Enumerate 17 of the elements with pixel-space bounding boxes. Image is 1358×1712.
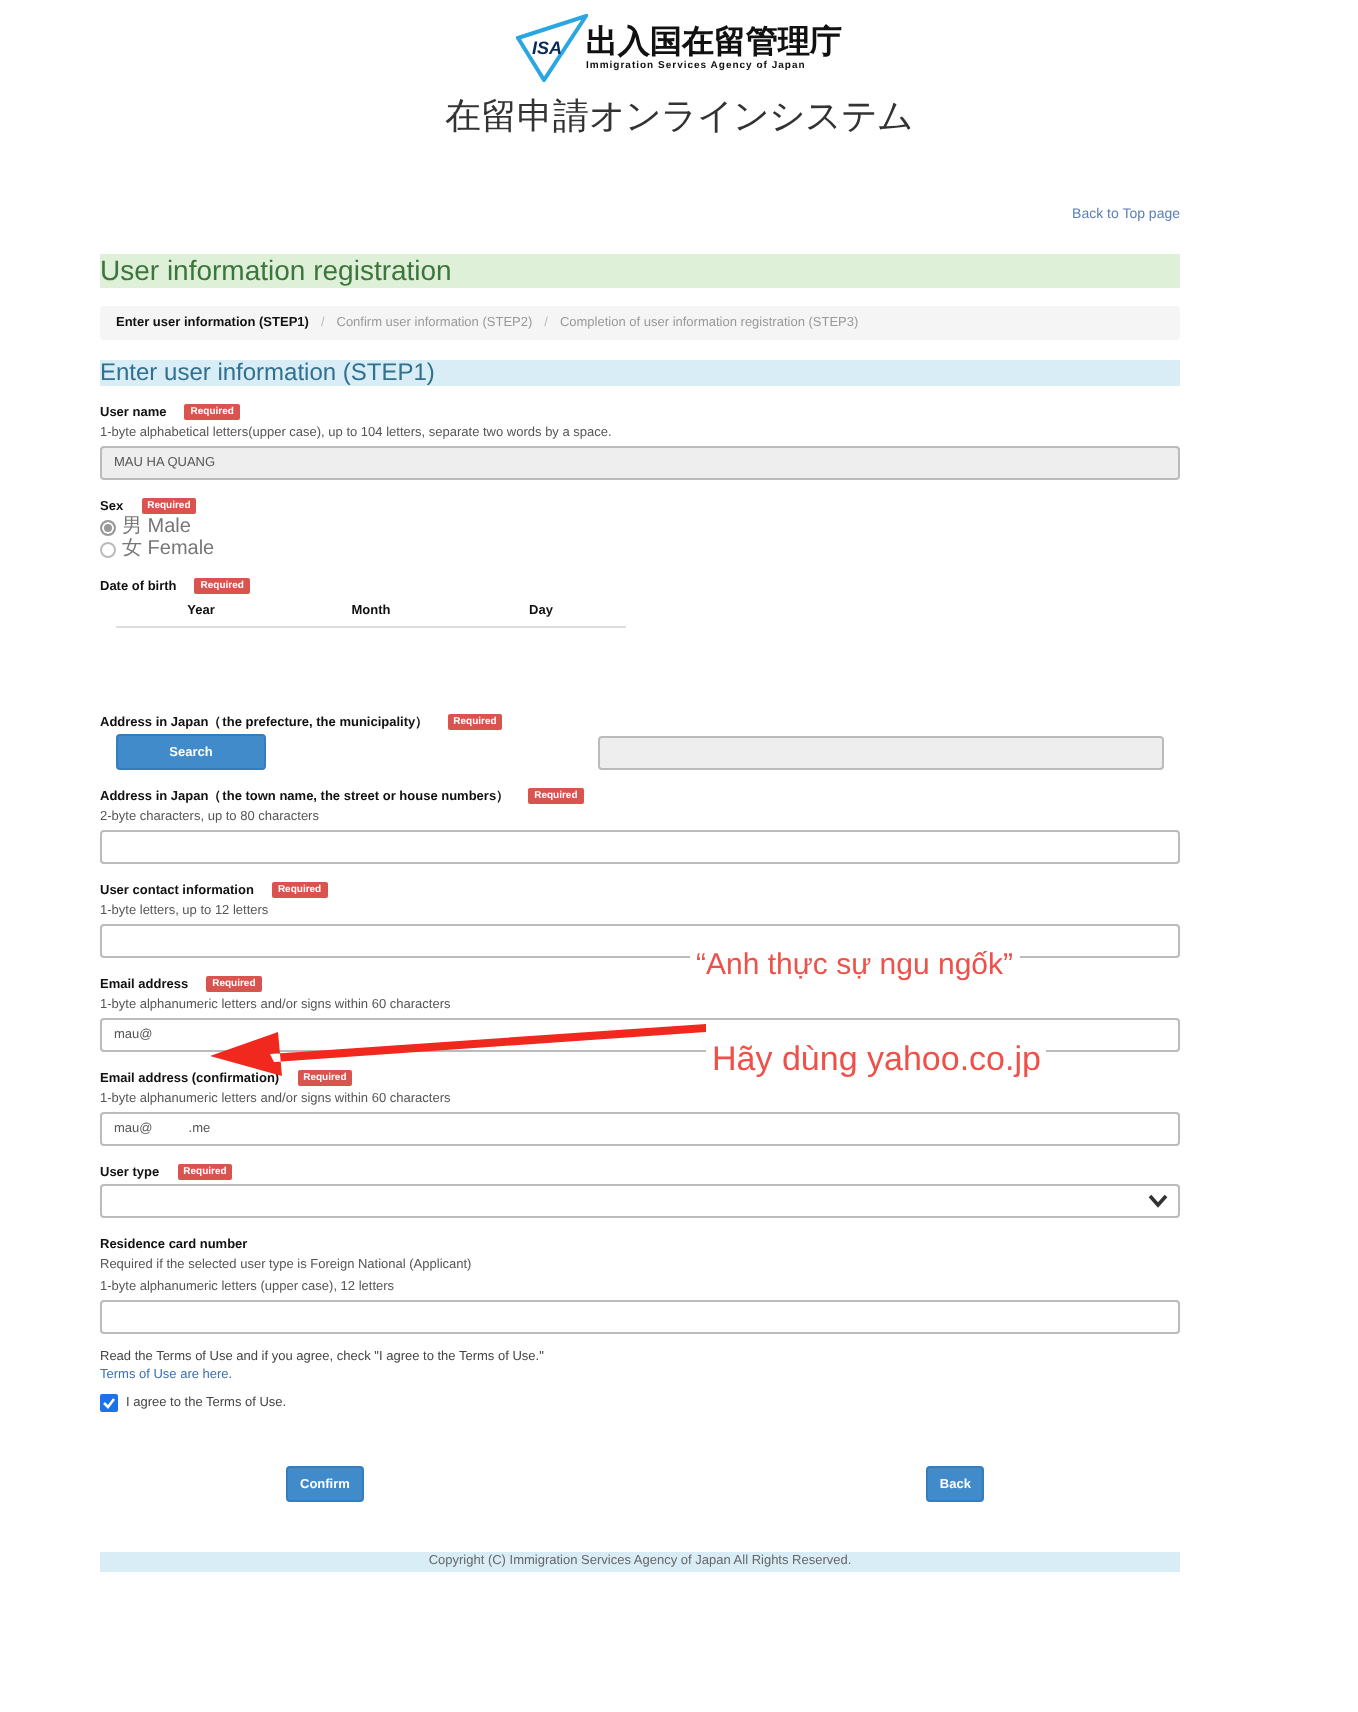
radio-button[interactable] <box>100 519 116 535</box>
annotation-text: Hãy dùng yahoo.co.jp <box>706 1040 1047 1080</box>
radio-button[interactable] <box>100 541 116 557</box>
text-input-field[interactable] <box>100 830 1180 864</box>
radio-label: 男 Male <box>122 516 191 538</box>
user-type-dropdown[interactable] <box>100 1184 1180 1218</box>
chevron-down-icon <box>1148 1194 1168 1208</box>
page-title: User information registration <box>100 254 1180 288</box>
radio-label: 女 Female <box>122 538 215 560</box>
agency-name: 出入国在留管理庁 <box>586 25 842 59</box>
logo-text: ISA <box>531 38 562 58</box>
agree-checkbox[interactable] <box>100 1394 118 1412</box>
section-title: Enter user information (STEP1) <box>100 360 1180 386</box>
annotation-text: “Anh thực sự ngu ngốk” <box>690 948 1019 982</box>
system-title: 在留申請オンラインシステム <box>443 94 915 140</box>
text-input-field[interactable] <box>100 1300 1180 1334</box>
triangle-logo-icon <box>515 14 588 82</box>
